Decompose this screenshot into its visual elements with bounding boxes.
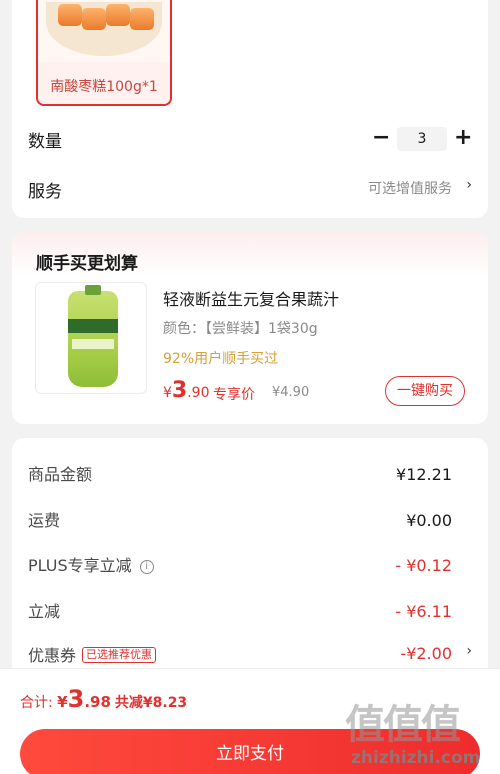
total-decimal: .98 <box>84 693 111 711</box>
summary-value-plus: - ¥0.12 <box>395 556 452 575</box>
cake-piece <box>82 8 106 30</box>
bundle-product-image[interactable] <box>35 282 147 394</box>
pouch-label-band <box>68 319 118 333</box>
original-price: ¥4.90 <box>272 385 310 400</box>
summary-value-goods: ¥12.21 <box>396 465 452 484</box>
summary-value-shipping: ¥0.00 <box>406 511 452 530</box>
bundle-product-spec: 颜色：【尝鲜装】1袋30g <box>163 321 318 337</box>
total-label: 合计: <box>20 695 58 711</box>
selected-spec-option[interactable]: 南酸枣糕100g*1 <box>36 0 172 106</box>
total-currency: ¥ <box>57 693 68 711</box>
cake-piece <box>130 8 154 30</box>
chevron-right-icon[interactable]: › <box>466 643 472 659</box>
price-decimal: .90 <box>187 385 210 401</box>
info-icon[interactable]: i <box>139 560 154 574</box>
service-label: 服务 <box>28 182 62 202</box>
summary-value-discount: - ¥6.11 <box>395 602 452 621</box>
quantity-label: 数量 <box>28 132 62 152</box>
summary-label-goods: 商品金额 <box>28 465 93 484</box>
coupon-badge: 已选推荐优惠 <box>82 647 157 663</box>
bundle-product-buyers: 92%用户顺手买过 <box>163 351 279 367</box>
total-integer: 3 <box>67 685 85 713</box>
bundle-title: 顺手买更划算 <box>36 254 138 274</box>
checkout-bar: 合计: ¥3.98 共减¥8.23 立即支付 <box>0 668 500 774</box>
order-total: 合计: ¥3.98 共减¥8.23 <box>20 685 187 713</box>
price-summary-card: 商品金额 ¥12.21 运费 ¥0.00 PLUS专享立减 i - ¥0.12 立… <box>12 438 488 678</box>
summary-plus-row: PLUS专享立减 i <box>28 552 154 576</box>
exclusive-price-tag: 专享价 <box>213 387 255 403</box>
summary-label-shipping: 运费 <box>28 511 61 530</box>
bundle-product-name[interactable]: 轻液断益生元复合果蔬汁 <box>163 286 339 310</box>
spec-product-image <box>38 0 170 62</box>
summary-label-coupon: 优惠券 <box>28 646 77 665</box>
chevron-right-icon[interactable]: › <box>466 177 472 193</box>
bundle-product-price: ¥3.90 <box>163 378 210 403</box>
quantity-decrease-button[interactable]: − <box>372 127 390 149</box>
spec-label: 南酸枣糕100g*1 <box>50 79 158 95</box>
bundle-offer-card: 顺手买更划算 轻液断益生元复合果蔬汁 颜色：【尝鲜装】1袋30g 92%用户顺手… <box>12 232 488 424</box>
quantity-input[interactable]: 3 <box>397 127 447 151</box>
cake-piece <box>106 4 130 26</box>
service-hint[interactable]: 可选增值服务 <box>368 178 452 198</box>
pay-now-button[interactable]: 立即支付 <box>20 729 480 774</box>
price-integer: 3 <box>171 378 188 403</box>
price-currency: ¥ <box>163 385 172 401</box>
total-saving: 共减¥8.23 <box>114 695 188 711</box>
summary-value-coupon[interactable]: -¥2.00 <box>400 644 452 663</box>
quantity-increase-button[interactable]: + <box>454 125 472 151</box>
summary-coupon-row[interactable]: 优惠券 已选推荐优惠 <box>28 642 157 666</box>
pouch-cap-shape <box>85 285 101 295</box>
cake-piece <box>58 4 82 26</box>
summary-label-discount: 立减 <box>28 602 61 621</box>
one-click-buy-button[interactable]: 一键购买 <box>385 376 465 406</box>
summary-label-plus: PLUS专享立减 <box>28 556 132 575</box>
pouch-label-band <box>72 339 114 349</box>
product-config-card: 南酸枣糕100g*1 数量 − 3 + 服务 可选增值服务 › <box>12 0 488 218</box>
